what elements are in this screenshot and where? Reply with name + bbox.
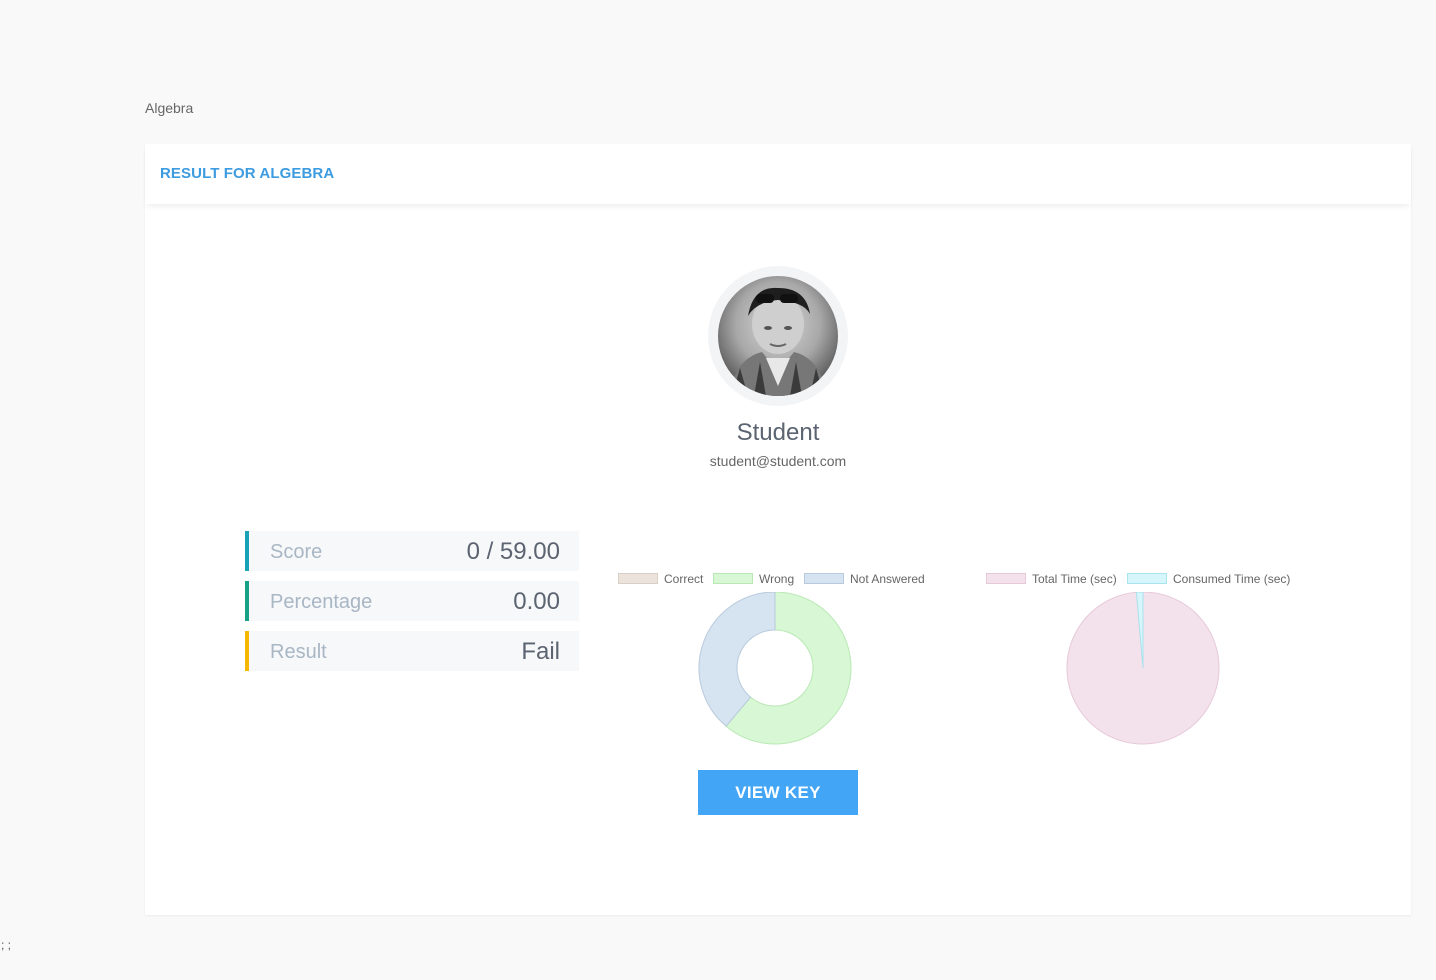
stat-value: 0 / 59.00 bbox=[466, 538, 560, 565]
time-legend: Total Time (sec) Consumed Time (sec) bbox=[986, 572, 1306, 588]
stat-label: Result bbox=[270, 641, 327, 663]
card-title: RESULT FOR ALGEBRA bbox=[160, 165, 335, 182]
answers-chart: Correct Wrong Not Answered bbox=[615, 572, 935, 752]
user-name: Student bbox=[736, 419, 820, 446]
legend-label: Total Time (sec) bbox=[1032, 572, 1117, 586]
stat-bar bbox=[245, 581, 249, 621]
legend-item-consumed-time-sec[interactable]: Consumed Time (sec) bbox=[1127, 572, 1290, 586]
legend-item-not-answered[interactable]: Not Answered bbox=[804, 572, 925, 586]
answers-legend: Correct Wrong Not Answered bbox=[618, 572, 938, 588]
legend-swatch bbox=[804, 573, 844, 584]
stat-label: Percentage bbox=[270, 591, 373, 613]
stat-value: 0.00 bbox=[513, 588, 560, 615]
answers-doughnut-chart bbox=[698, 592, 852, 745]
stat-label: Score bbox=[270, 541, 323, 563]
legend-label: Consumed Time (sec) bbox=[1173, 572, 1291, 586]
legend-item-total-time-sec[interactable]: Total Time (sec) bbox=[986, 572, 1117, 586]
legend-swatch bbox=[986, 573, 1026, 584]
avatar-photo bbox=[728, 287, 828, 396]
stat-result: Result Fail bbox=[245, 631, 579, 671]
view-key-button[interactable]: VIEW KEY bbox=[698, 770, 858, 815]
legend-swatch bbox=[1127, 573, 1167, 584]
legend-swatch bbox=[713, 573, 753, 584]
breadcrumb: Algebra bbox=[145, 100, 194, 116]
legend-label: Not Answered bbox=[850, 572, 925, 586]
stat-bar bbox=[245, 531, 249, 571]
time-pie-chart bbox=[1066, 592, 1220, 745]
stat-value: Fail bbox=[521, 638, 560, 665]
card-header: RESULT FOR ALGEBRA bbox=[145, 144, 1411, 204]
stat-bar bbox=[245, 631, 249, 671]
footer-text: ; ; bbox=[1, 938, 12, 952]
legend-label: Correct bbox=[664, 572, 704, 586]
stat-score: Score 0 / 59.00 bbox=[245, 531, 579, 571]
user-email: student@student.com bbox=[709, 453, 847, 469]
stat-percentage: Percentage 0.00 bbox=[245, 581, 579, 621]
result-card: RESULT FOR ALGEBRA Student student@stude… bbox=[145, 144, 1411, 915]
avatar bbox=[718, 276, 838, 396]
legend-item-correct[interactable]: Correct bbox=[618, 572, 703, 586]
legend-swatch bbox=[618, 573, 658, 584]
avatar-ring bbox=[708, 266, 848, 406]
legend-item-wrong[interactable]: Wrong bbox=[713, 572, 794, 586]
legend-label: Wrong bbox=[759, 572, 795, 586]
time-chart: Total Time (sec) Consumed Time (sec) bbox=[983, 572, 1303, 752]
